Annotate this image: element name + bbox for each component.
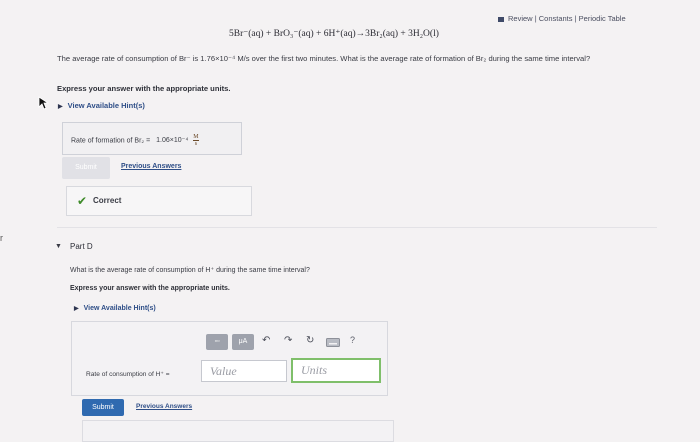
review-icon bbox=[498, 16, 504, 22]
units-button[interactable]: μA bbox=[232, 334, 254, 350]
question-text: The average rate of consumption of Br⁻ i… bbox=[57, 54, 591, 63]
keyboard-icon[interactable] bbox=[326, 338, 340, 347]
link-separator: | bbox=[574, 14, 577, 23]
answer-label: Rate of formation of Br₂ = bbox=[71, 137, 151, 145]
part-d-hint-toggle[interactable]: ▶ View Available Hint(s) bbox=[74, 305, 156, 312]
part-d-question: What is the average rate of consumption … bbox=[70, 267, 310, 274]
answer-box: Rate of formation of Br₂ = 1.06×10⁻⁴ M s bbox=[62, 122, 242, 155]
value-input[interactable]: Value bbox=[201, 360, 287, 382]
answer-value: 1.06×10⁻⁴ bbox=[156, 137, 189, 145]
answer-unit: M s bbox=[193, 134, 199, 147]
submit-button[interactable]: Submit bbox=[82, 399, 124, 416]
expand-arrow-icon: ▶ bbox=[74, 306, 79, 312]
reset-icon[interactable]: ↻ bbox=[306, 335, 314, 346]
review-link[interactable]: Review bbox=[508, 14, 533, 23]
templates-button[interactable]: ▫▫ bbox=[206, 334, 228, 350]
answer-input-panel: ▫▫ μA ↶ ↷ ↻ ? Rate of consumption of H⁺ … bbox=[71, 321, 388, 396]
link-separator: | bbox=[534, 14, 537, 23]
answer-unit-numerator: M bbox=[193, 134, 199, 141]
answer-unit-denominator: s bbox=[194, 141, 198, 147]
redo-icon[interactable]: ↷ bbox=[284, 335, 292, 346]
part-d-title[interactable]: Part D bbox=[70, 242, 93, 251]
help-button[interactable]: ? bbox=[350, 335, 355, 345]
part-d-hint-label: View Available Hint(s) bbox=[83, 305, 156, 312]
checkmark-icon: ✔ bbox=[77, 194, 88, 208]
collapse-caret-icon[interactable]: ▼ bbox=[55, 243, 62, 250]
correct-feedback: ✔ Correct bbox=[66, 186, 252, 216]
periodic-table-link[interactable]: Periodic Table bbox=[579, 14, 626, 23]
hint-toggle[interactable]: ▶ View Available Hint(s) bbox=[58, 101, 145, 110]
top-links: Review | Constants | Periodic Table bbox=[498, 14, 626, 23]
constants-link[interactable]: Constants bbox=[539, 14, 573, 23]
answer-display: Rate of formation of Br₂ = 1.06×10⁻⁴ M s bbox=[71, 134, 199, 147]
hint-label: View Available Hint(s) bbox=[67, 101, 145, 110]
undo-icon[interactable]: ↶ bbox=[262, 335, 270, 346]
units-input[interactable]: Units bbox=[291, 358, 381, 383]
part-d-units-instruction: Express your answer with the appropriate… bbox=[70, 285, 230, 292]
part-d-previous-answers-link[interactable]: Previous Answers bbox=[136, 403, 192, 410]
section-divider bbox=[57, 227, 657, 228]
previous-answers-link[interactable]: Previous Answers bbox=[121, 163, 181, 170]
units-placeholder: Units bbox=[301, 363, 328, 377]
submit-button-disabled: Submit bbox=[62, 157, 110, 179]
rate-label: Rate of consumption of H⁺ = bbox=[86, 371, 170, 378]
edge-fragment: r bbox=[0, 233, 3, 243]
expand-arrow-icon: ▶ bbox=[58, 104, 63, 110]
units-instruction: Express your answer with the appropriate… bbox=[57, 84, 231, 93]
feedback-box bbox=[82, 420, 394, 442]
correct-label: Correct bbox=[93, 196, 122, 205]
mouse-cursor-icon bbox=[38, 96, 50, 110]
value-placeholder: Value bbox=[210, 364, 237, 378]
reaction-equation: 5Br⁻(aq) + BrO₃⁻(aq) + 6H⁺(aq)→3Br₂(aq) … bbox=[229, 29, 439, 39]
